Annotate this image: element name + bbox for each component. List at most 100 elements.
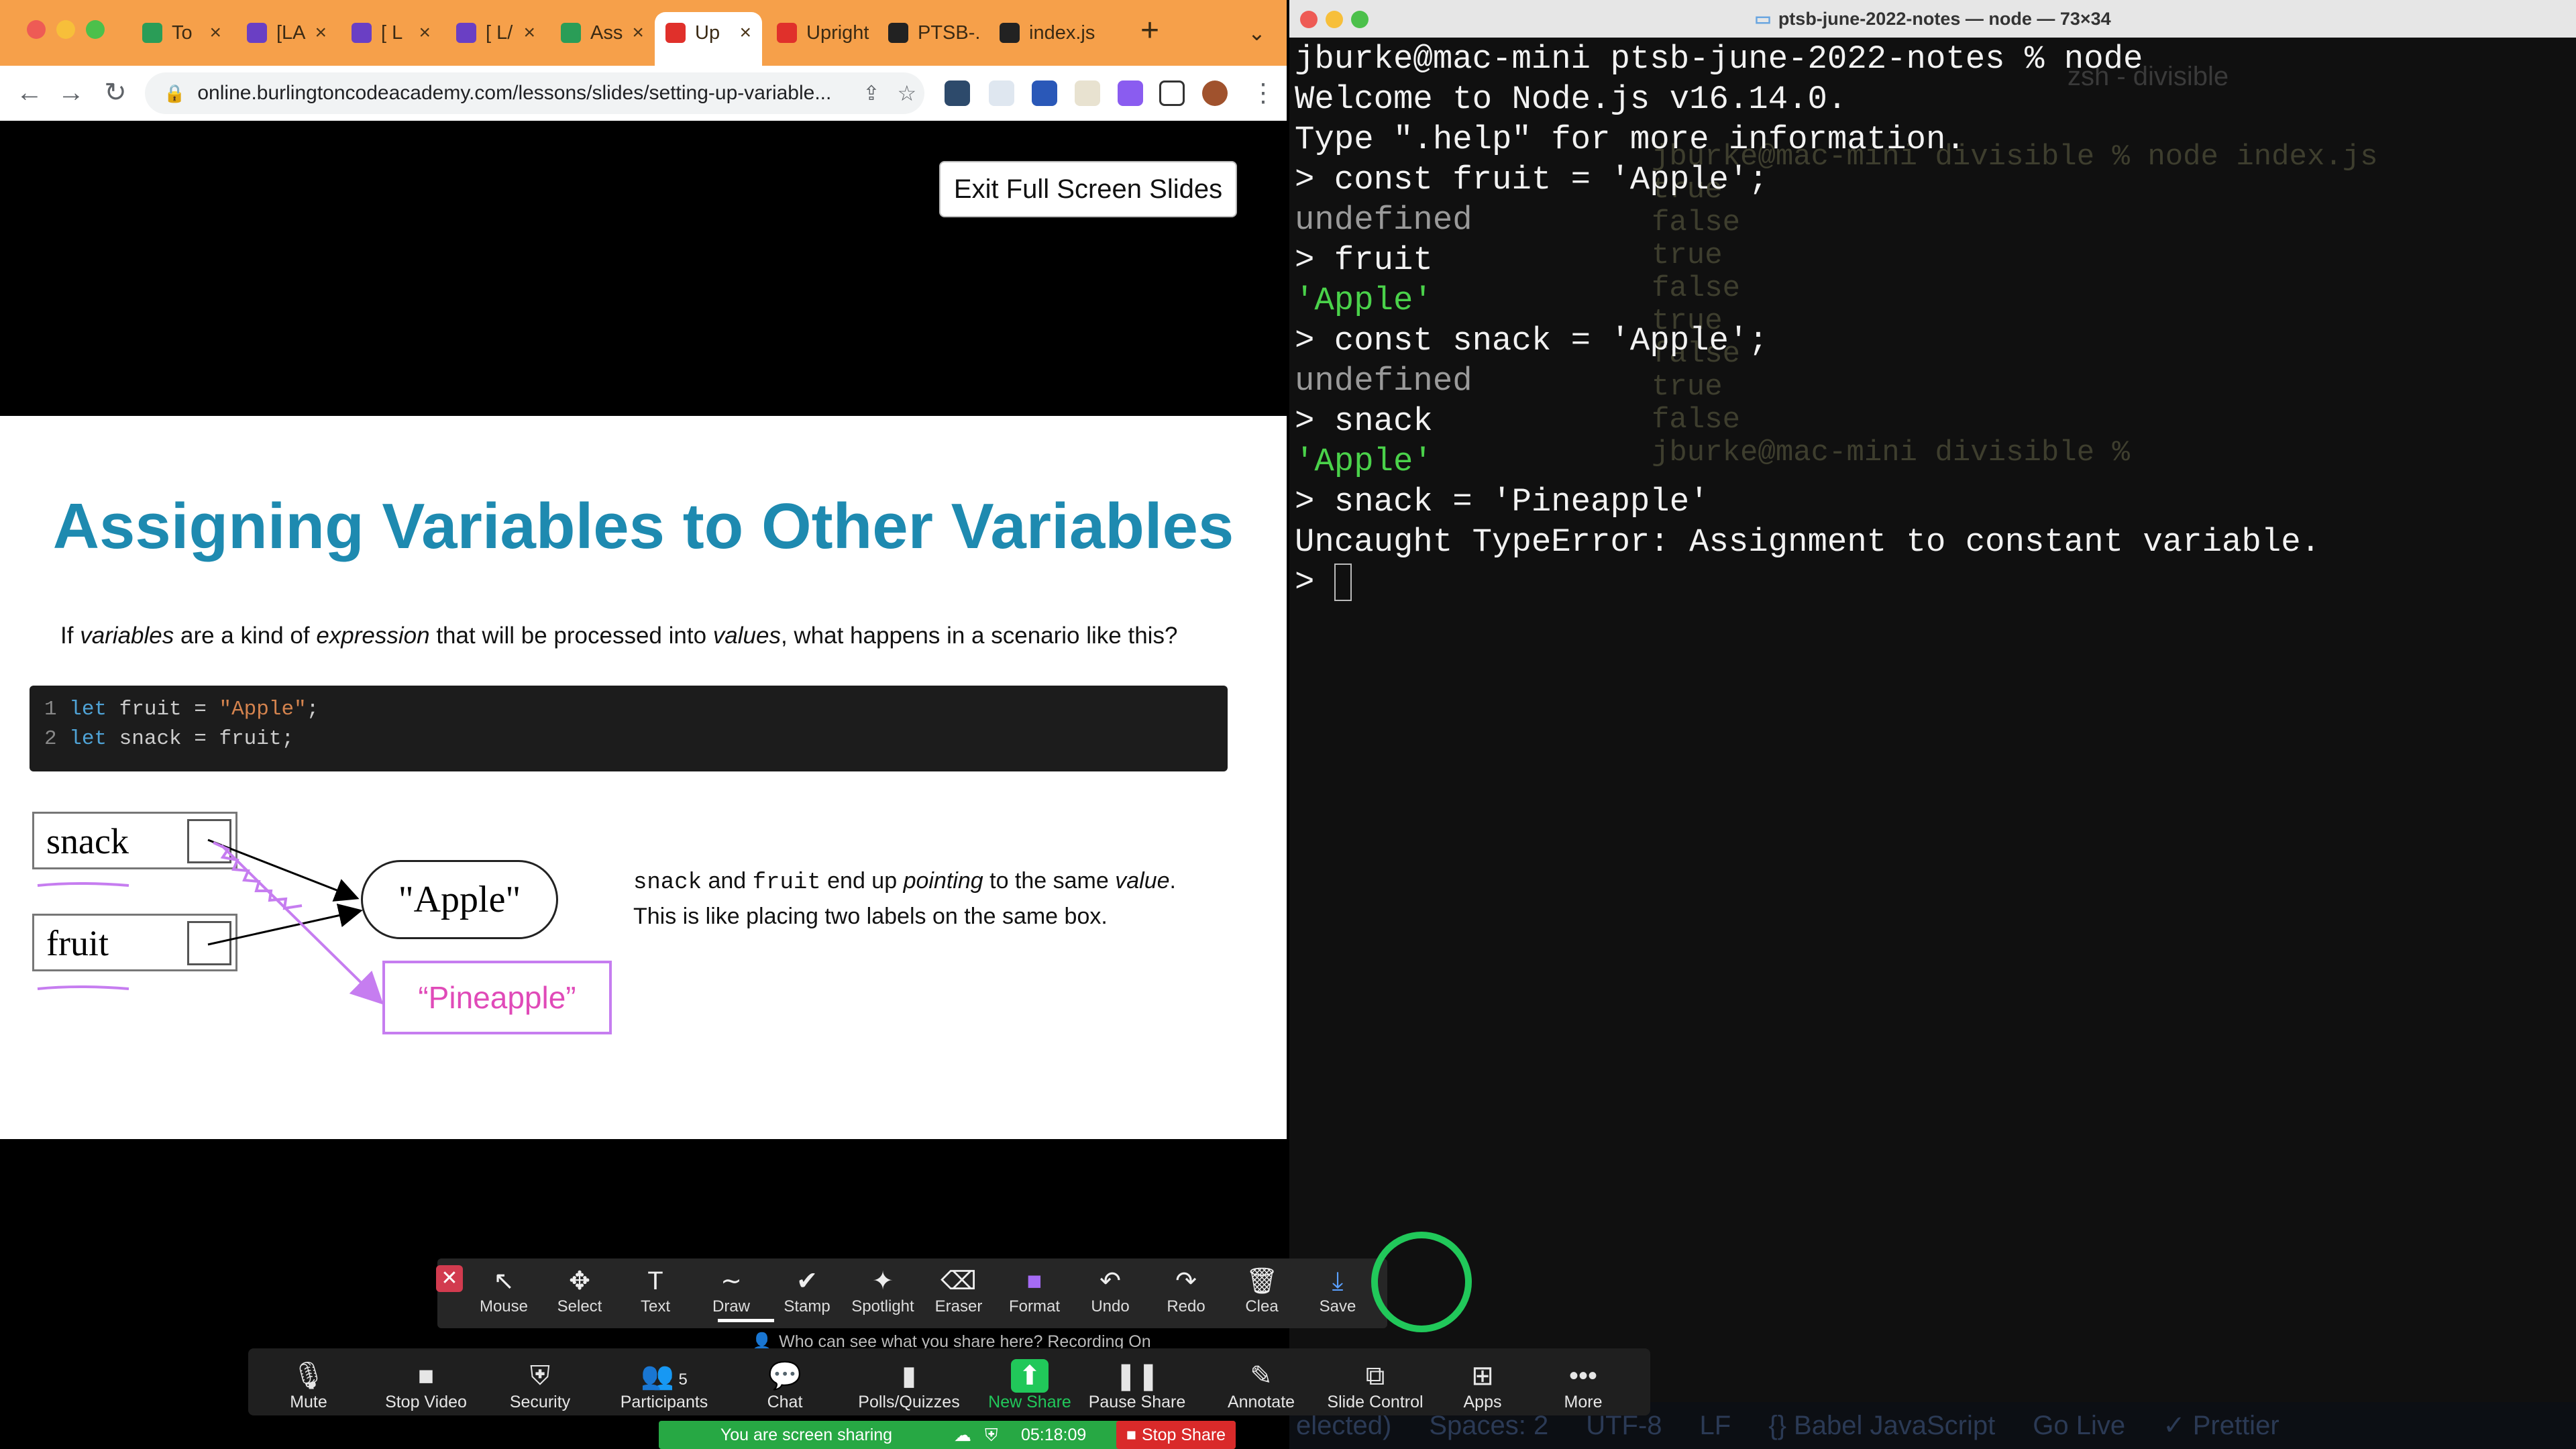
zoom-button-label: Participants <box>620 1393 708 1411</box>
stamp-icon: ✔ <box>796 1267 818 1295</box>
zoom-apps-button[interactable]: ⊞ Apps <box>1442 1359 1523 1415</box>
terminal-cursor <box>1334 564 1352 602</box>
chevron-down-icon[interactable]: ⌄ <box>1248 20 1266 46</box>
annotate-tool-save[interactable]: ⤓ Save <box>1301 1265 1375 1324</box>
tool-label: Stamp <box>784 1297 830 1316</box>
browser-tab[interactable]: Up × <box>655 12 762 66</box>
terminal-output[interactable]: jburke@mac-mini ptsb-june-2022-notes % n… <box>1295 39 2569 602</box>
zoom-chat-button[interactable]: 💬 Chat <box>745 1359 825 1415</box>
annotate-tool-draw[interactable]: ∼ Draw <box>694 1265 768 1324</box>
zoom-slide-control-button[interactable]: ⧉ Slide Control <box>1315 1359 1436 1415</box>
format-icon: ■ <box>1026 1267 1042 1295</box>
zoom-annotate-button[interactable]: ✎ Annotate <box>1214 1359 1308 1415</box>
screen-sharing-bar: You are screen sharing ☁ ⛨ 05:18:09 ■ St… <box>659 1421 1236 1449</box>
annotate-tool-stamp[interactable]: ✔ Stamp <box>770 1265 844 1324</box>
undo-icon: ↶ <box>1099 1267 1121 1295</box>
terminal-line: > const fruit = 'Apple'; <box>1295 161 1768 199</box>
close-annotation-icon[interactable]: ✕ <box>436 1265 463 1292</box>
terminal-line: > fruit <box>1295 241 1433 279</box>
terminal-line: > <box>1295 562 2569 602</box>
pause-share-icon: ❚❚ <box>1114 1361 1160 1391</box>
browser-tab[interactable]: To × <box>131 12 232 54</box>
zoom-security-button[interactable]: ⛨ Security <box>496 1359 584 1415</box>
tab-favicon-icon <box>665 23 686 43</box>
zoom-stop-video-button[interactable]: ■ Stop Video <box>376 1359 476 1415</box>
zoom-pause-share-button[interactable]: ❚❚ Pause Share <box>1087 1359 1187 1415</box>
annotate-tool-format[interactable]: ■ Format <box>998 1265 1071 1324</box>
close-tab-icon[interactable]: × <box>419 21 431 44</box>
annotate-tool-undo[interactable]: ↶ Undo <box>1073 1265 1147 1324</box>
browser-tab[interactable]: index.js <box>989 12 1096 54</box>
reload-icon[interactable]: ↻ <box>98 75 133 110</box>
extension-icon[interactable] <box>1075 80 1100 106</box>
annotate-tool-mouse[interactable]: ↖ Mouse <box>467 1265 541 1324</box>
stop-share-button[interactable]: ■ Stop Share <box>1116 1421 1236 1449</box>
redo-icon: ↷ <box>1175 1267 1197 1295</box>
share-icon[interactable]: ⇪ <box>863 82 879 105</box>
text: to the same <box>983 868 1116 894</box>
maximize-window-dot[interactable] <box>86 20 105 39</box>
plus-icon[interactable]: + <box>1140 12 1159 49</box>
zoom-mute-button[interactable]: 🎙 Mute <box>268 1359 349 1415</box>
back-arrow-icon[interactable]: ← <box>12 75 47 110</box>
close-window-dot[interactable] <box>27 20 46 39</box>
browser-tab[interactable]: Ass × <box>550 12 651 54</box>
security-icon: ⛨ <box>530 1361 550 1391</box>
annotate-tool-spotlight[interactable]: ✦ Spotlight <box>846 1265 920 1324</box>
draw-icon: ∼ <box>720 1267 742 1295</box>
annotate-tool-select[interactable]: ✥ Select <box>543 1265 616 1324</box>
exit-full-screen-button[interactable]: Exit Full Screen Slides <box>939 161 1237 217</box>
zoom-more-button[interactable]: ••• More <box>1543 1359 1623 1415</box>
tab-label: [ L <box>381 21 403 44</box>
zoom-button-label: More <box>1564 1393 1603 1411</box>
tool-label: Undo <box>1091 1297 1130 1316</box>
underline-annotation <box>37 882 129 887</box>
close-tab-icon[interactable]: × <box>209 21 221 44</box>
close-tab-icon[interactable]: × <box>523 21 535 44</box>
status-item: Go Live <box>2033 1410 2126 1440</box>
zoom-new-share-button[interactable]: ⬆ New Share <box>973 1359 1087 1415</box>
text-icon: T <box>647 1267 663 1295</box>
browser-tab[interactable]: [ L × <box>341 12 441 54</box>
forward-arrow-icon[interactable]: → <box>54 75 89 110</box>
more-icon: ••• <box>1568 1361 1597 1391</box>
pineapple-pointer-arrow <box>220 844 384 1005</box>
zoom-participants-button[interactable]: 👥 5 Participants <box>604 1359 724 1415</box>
browser-tab[interactable]: [ L/ × <box>445 12 546 54</box>
extension-icon[interactable] <box>1032 80 1057 106</box>
bookmark-star-icon[interactable]: ☆ <box>898 80 917 106</box>
avatar[interactable] <box>1202 80 1228 106</box>
cloud-icon: ☁ <box>954 1425 971 1445</box>
close-tab-icon[interactable]: × <box>632 21 644 44</box>
browser-tab[interactable]: PTSB-. <box>877 12 985 54</box>
close-tab-icon[interactable]: × <box>315 21 327 44</box>
annotate-tool-eraser[interactable]: ⌫ Eraser <box>922 1265 996 1324</box>
terminal-line: Welcome to Node.js v16.14.0. <box>1295 80 1847 118</box>
tab-label: To <box>172 21 193 44</box>
zoom-button-label: Slide Control <box>1327 1393 1424 1411</box>
minimize-window-dot[interactable] <box>56 20 75 39</box>
close-tab-icon[interactable]: × <box>739 21 751 44</box>
extension-icon[interactable] <box>989 80 1014 106</box>
browser-tab[interactable]: Upright <box>766 12 873 54</box>
tab-label: PTSB-. <box>918 21 981 44</box>
participants-icon: 👥 5 <box>641 1361 688 1391</box>
tool-label: Spotlight <box>851 1297 914 1316</box>
sidebar-icon[interactable] <box>1159 80 1185 106</box>
annotate-tool-text[interactable]: T Text <box>619 1265 692 1324</box>
tool-label: Select <box>557 1297 602 1316</box>
address-bar[interactable]: 🔒 online.burlingtoncodeacademy.com/lesso… <box>145 72 924 114</box>
tool-label: Text <box>640 1297 670 1316</box>
extension-icon[interactable] <box>945 80 970 106</box>
annotate-tool-clea[interactable]: 🗑 Clea <box>1225 1265 1299 1324</box>
browser-tab[interactable]: [LA × <box>236 12 337 54</box>
status-item: LF <box>1699 1410 1731 1440</box>
tab-favicon-icon <box>561 23 581 43</box>
tab-favicon-icon <box>456 23 476 43</box>
extension-icon[interactable] <box>1118 80 1143 106</box>
annotate-tool-redo[interactable]: ↷ Redo <box>1149 1265 1223 1324</box>
zoom-polls-quizzes-button[interactable]: ▮ Polls/Quizzes <box>845 1359 973 1415</box>
terminal-line: undefined <box>1295 362 1472 400</box>
shield-icon: ⛨ <box>985 1425 998 1445</box>
kebab-menu-icon[interactable]: ⋮ <box>1250 78 1276 108</box>
